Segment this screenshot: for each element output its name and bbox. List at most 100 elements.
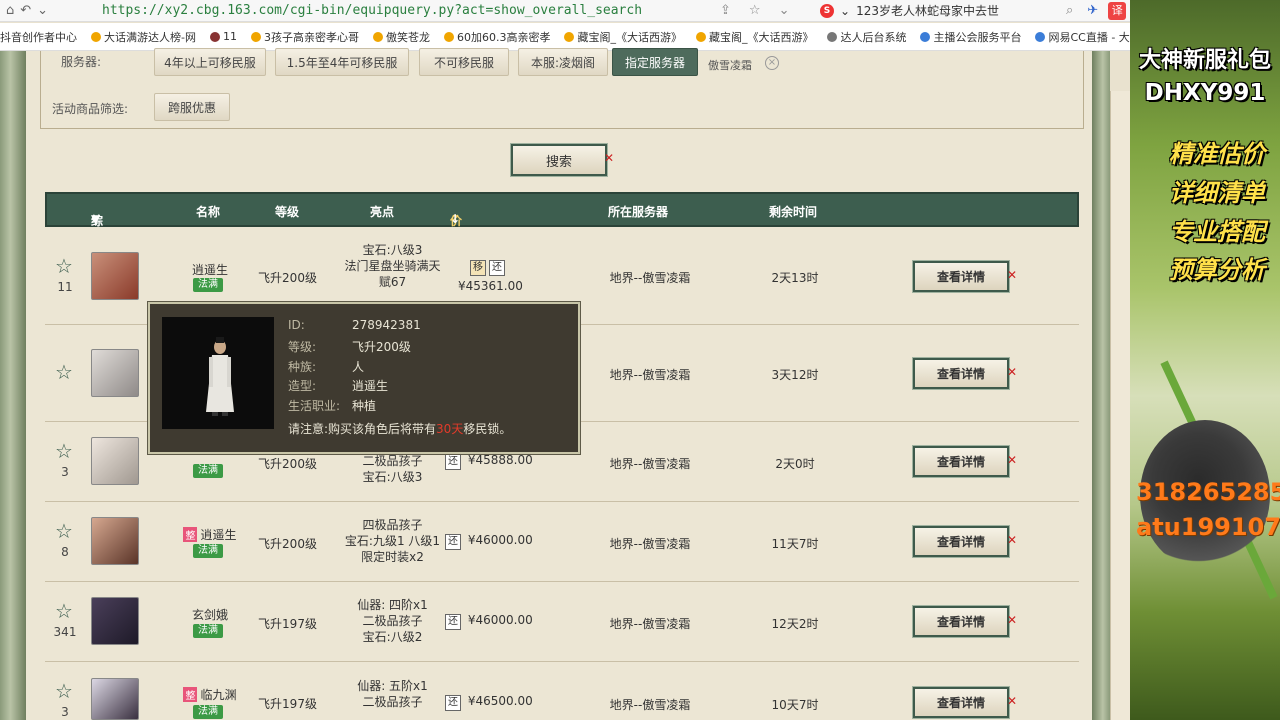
- search-suggest[interactable]: S ⌄ 123岁老人林蛇母家中去世: [820, 2, 1060, 19]
- activity-option-button[interactable]: 跨服优惠: [154, 93, 230, 121]
- server-name: 地界--傲雪凌霜: [609, 537, 691, 551]
- avatar[interactable]: [91, 678, 139, 720]
- return-tag: 还: [445, 534, 461, 550]
- arrow-down-icon: ↓: [450, 212, 461, 226]
- bookmark-icon: [695, 31, 706, 42]
- undo-icon[interactable]: ↶: [20, 3, 31, 18]
- address-tools: ⇪ ☆ ⌄: [720, 3, 820, 18]
- right-side-strip: [1110, 91, 1130, 720]
- view-detail-button[interactable]: 查看详情: [912, 525, 1010, 558]
- remain-header: 剩余时间: [769, 205, 818, 219]
- bookmark-item[interactable]: 达人后台系统: [827, 29, 906, 45]
- role-highlights: 四极品孩子 宝石:九级1 八级1 限定时装x2: [344, 518, 441, 564]
- bookmark-item[interactable]: 11: [209, 30, 237, 43]
- role-highlights: 二极品孩子 宝石:八级3: [362, 454, 423, 484]
- ad-line: 专业搭配: [1169, 218, 1265, 246]
- stream-ad-panel: 大神新服礼包 DHXY991 精准估价 详细清单 专业搭配 预算分析 31826…: [1130, 0, 1280, 720]
- model-label: 造型:: [288, 379, 317, 393]
- whole-badge: 整: [183, 527, 198, 542]
- bookmark-item[interactable]: 抖音创作者中心: [0, 29, 77, 45]
- remaining-time: 3天12时: [771, 368, 819, 382]
- remaining-time: 2天0时: [775, 457, 815, 471]
- price-cell: 移还 ¥45361.00: [458, 259, 523, 296]
- fa-badge: 法满: [193, 705, 223, 719]
- bookmark-item[interactable]: 藏宝阁_《大话西游》: [695, 29, 813, 45]
- view-detail-button[interactable]: 查看详情: [912, 357, 1010, 390]
- model-value: 逍遥生: [352, 379, 389, 393]
- decoration-icon: ✕: [604, 151, 615, 165]
- ad-line: 详细清单: [1169, 179, 1265, 207]
- view-detail-button[interactable]: 查看详情: [912, 260, 1010, 293]
- server-option-button[interactable]: 4年以上可移民服: [154, 48, 266, 76]
- server-option-button[interactable]: 1.5年至4年可移民服: [275, 48, 409, 76]
- chevron-down-icon[interactable]: ⌄: [37, 3, 48, 18]
- chevron-down-icon[interactable]: ⌄: [779, 3, 790, 18]
- role-name[interactable]: 整临九渊: [180, 686, 240, 703]
- race-label: 种族:: [288, 360, 317, 374]
- remaining-time: 11天7时: [771, 537, 819, 551]
- view-detail-button[interactable]: 查看详情: [912, 686, 1010, 719]
- role-highlights: 仙器: 四阶x1 二极品孩子 宝石:八级2: [357, 598, 428, 644]
- search-button[interactable]: 搜索: [510, 143, 608, 177]
- star-icon[interactable]: ☆: [55, 439, 73, 463]
- role-name[interactable]: 整逍遥生: [180, 526, 240, 543]
- server-option-button-active[interactable]: 指定服务器: [612, 48, 698, 76]
- bookmark-item[interactable]: 主播公会服务平台: [920, 29, 1021, 45]
- bookmark-icon: [564, 31, 575, 42]
- bookmark-icon: [920, 31, 931, 42]
- bookmark-item[interactable]: 3孩子高亲密孝心哥: [250, 29, 359, 45]
- bookmark-item[interactable]: 大话满游达人榜-网: [91, 29, 196, 45]
- bookmark-icon: [372, 31, 383, 42]
- ad-contact: atu199107: [1136, 513, 1280, 541]
- decoration-icon: ✕: [1007, 365, 1018, 379]
- bookmark-icon: [91, 31, 101, 42]
- return-tag: 还: [489, 260, 505, 276]
- close-icon[interactable]: ×: [765, 56, 779, 70]
- job-value: 种植: [352, 399, 377, 413]
- favorite-count: 3: [61, 465, 69, 479]
- avatar[interactable]: [91, 597, 139, 645]
- view-detail-button[interactable]: 查看详情: [912, 605, 1010, 638]
- whole-badge: 整: [183, 687, 198, 702]
- server-name: 地界--傲雪凌霜: [609, 271, 691, 285]
- role-level: 飞升200级: [258, 537, 317, 551]
- favorite-count: 11: [57, 280, 73, 294]
- star-icon[interactable]: ☆: [749, 3, 761, 18]
- star-icon[interactable]: ☆: [55, 254, 73, 278]
- return-tag: 还: [445, 614, 461, 630]
- bookmark-item[interactable]: 傲笑苍龙: [372, 29, 430, 45]
- decoration-icon: ✕: [1007, 613, 1018, 627]
- role-name[interactable]: 逍遥生: [180, 261, 240, 278]
- bookmark-item[interactable]: 藏宝阁_《大话西游》: [564, 29, 682, 45]
- avatar[interactable]: [91, 517, 139, 565]
- remaining-time: 12天2时: [771, 617, 819, 631]
- bookmark-item[interactable]: 网易CC直播 - 大: [1035, 29, 1130, 45]
- bookmark-icon: [250, 31, 261, 42]
- bookmark-icon: [1035, 31, 1046, 42]
- bird-icon[interactable]: ✈: [1087, 3, 1098, 18]
- server-option-button[interactable]: 不可移民服: [419, 48, 509, 76]
- home-icon[interactable]: ⌂: [6, 3, 14, 18]
- name-header: 名称: [196, 205, 221, 219]
- fa-badge: 法满: [193, 278, 223, 292]
- fa-badge: 法满: [193, 464, 223, 478]
- bookmark-item[interactable]: 60加60.3高亲密孝: [443, 29, 550, 45]
- star-icon[interactable]: ☆: [55, 519, 73, 543]
- role-name[interactable]: 玄剑娥: [180, 606, 240, 623]
- translate-icon[interactable]: 译: [1108, 1, 1127, 20]
- url-field[interactable]: https://xy2.cbg.163.com/cgi-bin/equipque…: [100, 3, 720, 18]
- favorite-count: 3: [61, 705, 69, 719]
- search-icon[interactable]: ⌕: [1066, 3, 1073, 18]
- server-option-button[interactable]: 本服:凌烟阁: [518, 48, 608, 76]
- star-icon[interactable]: ☆: [55, 360, 73, 384]
- star-icon[interactable]: ☆: [55, 599, 73, 623]
- id-value: 278942381: [352, 318, 421, 332]
- star-icon[interactable]: ☆: [55, 679, 73, 703]
- avatar[interactable]: [91, 349, 139, 397]
- share-icon[interactable]: ⇪: [720, 3, 731, 18]
- view-detail-button[interactable]: 查看详情: [912, 445, 1010, 478]
- decoration-icon: ✕: [1007, 453, 1018, 467]
- avatar[interactable]: [91, 437, 139, 485]
- avatar[interactable]: [91, 252, 139, 300]
- filter-panel: 服务器: 4年以上可移民服 1.5年至4年可移民服 不可移民服 本服:凌烟阁 指…: [40, 48, 1084, 129]
